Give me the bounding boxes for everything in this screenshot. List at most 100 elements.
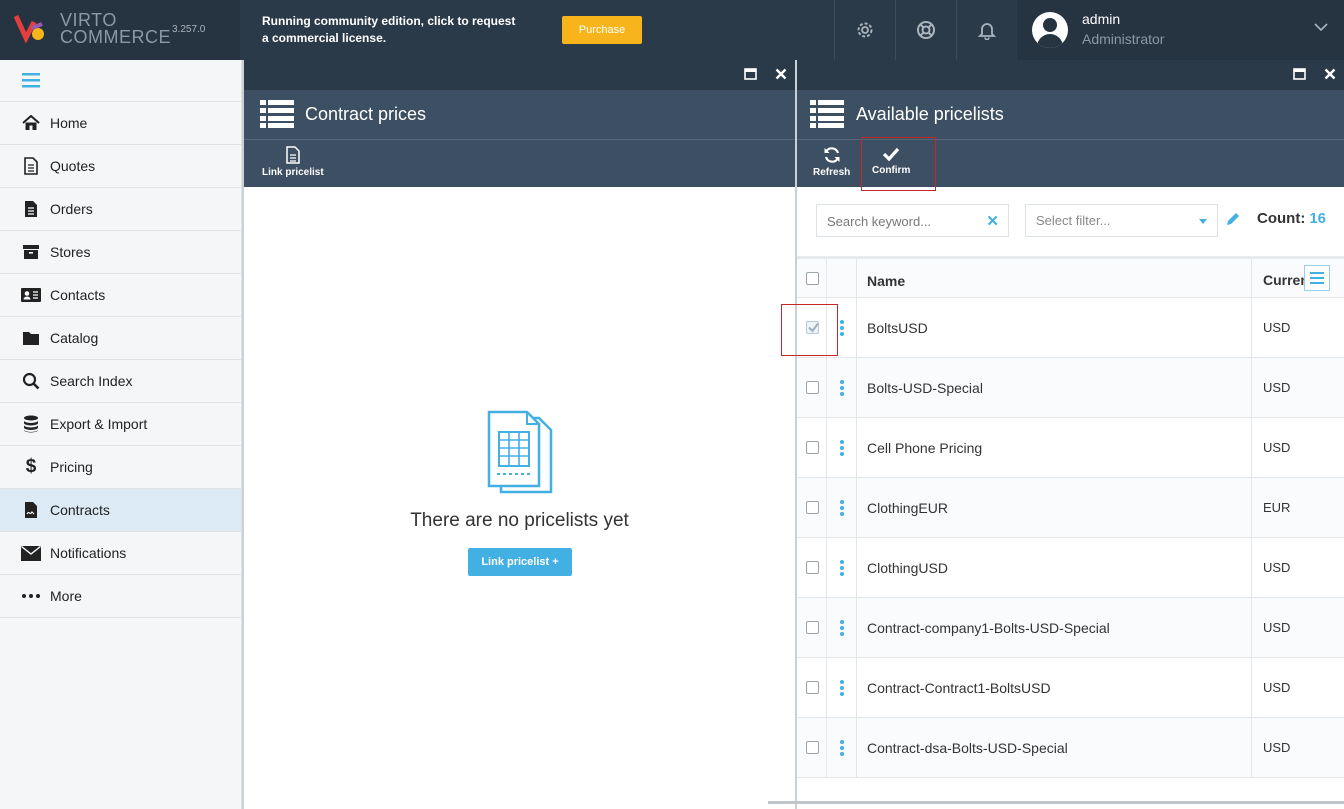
table-row[interactable]: Bolts-USD-Special USD	[797, 358, 1344, 418]
user-name: admin	[1082, 11, 1121, 27]
column-header-name[interactable]: Name	[867, 273, 905, 289]
archive-icon	[21, 242, 41, 262]
sidebar-item-export-import[interactable]: Export & Import	[0, 403, 241, 446]
select-all-checkbox[interactable]	[806, 272, 819, 285]
sidebar-item-quotes[interactable]: Quotes	[0, 145, 241, 188]
row-checkbox[interactable]	[806, 441, 819, 454]
close-icon[interactable]	[1324, 68, 1336, 80]
row-menu-cell	[827, 418, 857, 477]
help-button[interactable]	[895, 0, 956, 60]
sidebar-item-label: Quotes	[50, 158, 96, 174]
home-icon	[21, 113, 41, 133]
menu-toggle-button[interactable]	[0, 60, 241, 102]
pricelist-currency: USD	[1251, 298, 1344, 357]
filter-select[interactable]: Select filter...	[1025, 204, 1218, 237]
row-checkbox[interactable]	[806, 381, 819, 394]
row-checkbox-cell	[797, 478, 827, 537]
pricelist-currency: EUR	[1251, 478, 1344, 537]
table-header: Name Curren	[797, 256, 1344, 298]
refresh-icon	[824, 147, 840, 163]
sidebar-item-label: Search Index	[50, 373, 133, 389]
list-icon	[810, 100, 844, 128]
pricelist-currency: USD	[1251, 358, 1344, 417]
table-row[interactable]: Contract-company1-Bolts-USD-Special USD	[797, 598, 1344, 658]
table-row[interactable]: Contract-Contract1-BoltsUSD USD	[797, 658, 1344, 718]
vertical-dots-icon[interactable]	[840, 320, 844, 338]
vertical-dots-icon[interactable]	[840, 740, 844, 758]
spreadsheet-document-icon	[487, 410, 553, 494]
vertical-dots-icon[interactable]	[840, 380, 844, 398]
sidebar-item-pricing[interactable]: $ Pricing	[0, 446, 241, 489]
license-notice[interactable]: Running community edition, click to requ…	[262, 13, 522, 47]
avatar	[1032, 12, 1068, 48]
vertical-dots-icon[interactable]	[840, 560, 844, 578]
horizontal-scrollbar[interactable]	[768, 801, 1344, 804]
row-menu-cell	[827, 478, 857, 537]
link-pricelist-empty-button[interactable]: Link pricelist +	[468, 548, 572, 576]
table-row[interactable]: Cell Phone Pricing USD	[797, 418, 1344, 478]
row-checkbox[interactable]	[806, 741, 819, 754]
user-menu[interactable]: admin Administrator	[1017, 0, 1344, 60]
search-input[interactable]: Search keyword...	[816, 204, 1009, 237]
blade-title: Available pricelists	[856, 104, 1004, 124]
sidebar: Home Quotes Orders Stores Contacts Catal…	[0, 60, 242, 809]
version-label: 3.257.0	[172, 24, 206, 35]
table-row[interactable]: BoltsUSD USD	[797, 298, 1344, 358]
logo[interactable]: VIRTO COMMERCE 3.257.0	[0, 0, 240, 60]
pricelist-name: Contract-Contract1-BoltsUSD	[867, 680, 1051, 696]
toolbar-label: Link pricelist	[262, 167, 324, 178]
row-checkbox[interactable]	[806, 621, 819, 634]
count-value: 16	[1309, 210, 1326, 227]
bell-icon	[977, 23, 997, 40]
sidebar-item-home[interactable]: Home	[0, 102, 241, 145]
table-row[interactable]: ClothingEUR EUR	[797, 478, 1344, 538]
settings-button[interactable]	[834, 0, 895, 60]
refresh-button[interactable]: Refresh	[813, 146, 850, 178]
sidebar-item-label: Stores	[50, 244, 91, 260]
pricelist-name: Contract-dsa-Bolts-USD-Special	[867, 740, 1068, 756]
row-checkbox[interactable]	[806, 681, 819, 694]
sidebar-item-contracts[interactable]: Contracts	[0, 489, 241, 532]
sidebar-item-label: Export & Import	[50, 416, 148, 432]
row-menu-cell	[827, 358, 857, 417]
pricelist-name: BoltsUSD	[867, 320, 928, 336]
purchase-button[interactable]: Purchase	[562, 16, 642, 44]
maximize-icon[interactable]	[1293, 68, 1306, 80]
vertical-dots-icon[interactable]	[840, 500, 844, 518]
link-pricelist-button[interactable]: Link pricelist	[262, 146, 324, 178]
sidebar-item-search-index[interactable]: Search Index	[0, 360, 241, 403]
checkbox-highlight	[781, 304, 838, 356]
vertical-dots-icon[interactable]	[840, 440, 844, 458]
column-menu-icon[interactable]	[1304, 265, 1330, 291]
table-row[interactable]: ClothingUSD USD	[797, 538, 1344, 598]
row-checkbox[interactable]	[806, 561, 819, 574]
file-text-icon	[21, 199, 41, 219]
sidebar-item-label: Orders	[50, 201, 93, 217]
pricelists-table: Name Curren BoltsUSD USD Bolts-USD-Special…	[797, 256, 1344, 778]
pencil-icon[interactable]	[1225, 211, 1241, 227]
sidebar-item-contacts[interactable]: Contacts	[0, 274, 241, 317]
sidebar-item-label: Pricing	[50, 459, 93, 475]
pricelist-currency: USD	[1251, 538, 1344, 597]
vertical-dots-icon[interactable]	[840, 680, 844, 698]
sidebar-item-orders[interactable]: Orders	[0, 188, 241, 231]
search-icon	[21, 371, 41, 391]
sidebar-item-notifications[interactable]: Notifications	[0, 532, 241, 575]
header-menu-cell	[827, 259, 857, 297]
notifications-button[interactable]	[956, 0, 1017, 60]
id-card-icon	[21, 285, 41, 305]
sidebar-item-catalog[interactable]: Catalog	[0, 317, 241, 360]
sidebar-item-label: Notifications	[50, 545, 127, 561]
file-icon	[286, 146, 300, 164]
vertical-dots-icon[interactable]	[840, 620, 844, 638]
table-row[interactable]: Contract-dsa-Bolts-USD-Special USD	[797, 718, 1344, 778]
caret-down-icon	[1199, 219, 1207, 224]
column-header-currency[interactable]: Curren	[1251, 259, 1344, 297]
sidebar-item-more[interactable]: More	[0, 575, 241, 618]
pricelist-currency: USD	[1251, 418, 1344, 477]
row-checkbox[interactable]	[806, 501, 819, 514]
maximize-icon[interactable]	[744, 68, 757, 80]
sidebar-item-label: More	[50, 588, 82, 604]
close-icon[interactable]	[775, 68, 787, 80]
sidebar-item-stores[interactable]: Stores	[0, 231, 241, 274]
